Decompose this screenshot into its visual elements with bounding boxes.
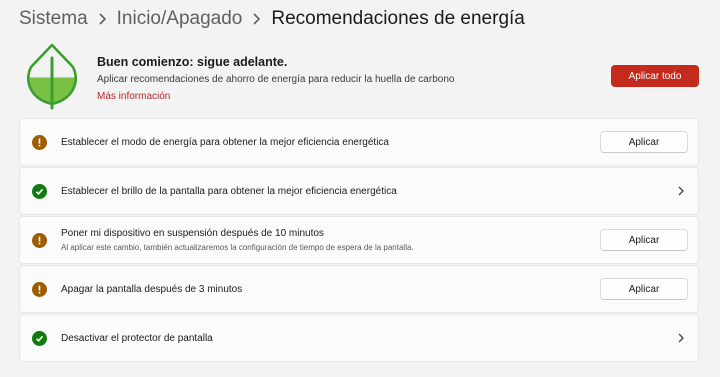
leaf-icon <box>27 43 77 110</box>
breadcrumb-inicio-apagado[interactable]: Inicio/Apagado <box>117 8 243 30</box>
apply-sleep-button[interactable]: Aplicar <box>600 229 688 251</box>
banner-subtitle: Aplicar recomendaciones de ahorro de ene… <box>97 74 455 85</box>
exclamation-icon <box>32 233 47 248</box>
exclamation-icon <box>32 282 47 297</box>
breadcrumb-sistema[interactable]: Sistema <box>19 8 88 30</box>
apply-screen-off-button[interactable]: Aplicar <box>600 278 688 300</box>
chevron-right-icon[interactable] <box>677 333 685 343</box>
recommendation-title: Poner mi dispositivo en suspensión despu… <box>61 228 324 239</box>
banner-title: Buen comienzo: sigue adelante. <box>97 55 288 69</box>
checkmark-icon <box>32 184 47 199</box>
chevron-right-icon <box>252 13 261 25</box>
recommendation-card-screen-off: Apagar la pantalla después de 3 minutos … <box>19 265 699 313</box>
checkmark-icon <box>32 331 47 346</box>
more-info-link[interactable]: Más información <box>97 91 170 102</box>
energy-banner: Buen comienzo: sigue adelante. Aplicar r… <box>0 42 720 110</box>
apply-power-mode-button[interactable]: Aplicar <box>600 131 688 153</box>
breadcrumb: Sistema Inicio/Apagado Recomendaciones d… <box>19 6 525 32</box>
chevron-right-icon[interactable] <box>677 186 685 196</box>
recommendation-subtitle: Al aplicar este cambio, también actualiz… <box>61 243 414 252</box>
chevron-right-icon <box>98 13 107 25</box>
apply-all-button[interactable]: Aplicar todo <box>611 65 699 87</box>
recommendation-title: Desactivar el protector de pantalla <box>61 333 213 344</box>
recommendation-card-power-mode: Establecer el modo de energía para obten… <box>19 118 699 166</box>
recommendation-card-screensaver[interactable]: Desactivar el protector de pantalla <box>19 314 699 362</box>
recommendation-title: Apagar la pantalla después de 3 minutos <box>61 284 243 295</box>
recommendation-card-brightness[interactable]: Establecer el brillo de la pantalla para… <box>19 167 699 215</box>
page-title: Recomendaciones de energía <box>271 8 525 29</box>
recommendation-card-sleep: Poner mi dispositivo en suspensión despu… <box>19 216 699 264</box>
recommendation-title: Establecer el modo de energía para obten… <box>61 137 389 148</box>
recommendation-title: Establecer el brillo de la pantalla para… <box>61 186 397 197</box>
exclamation-icon <box>32 135 47 150</box>
